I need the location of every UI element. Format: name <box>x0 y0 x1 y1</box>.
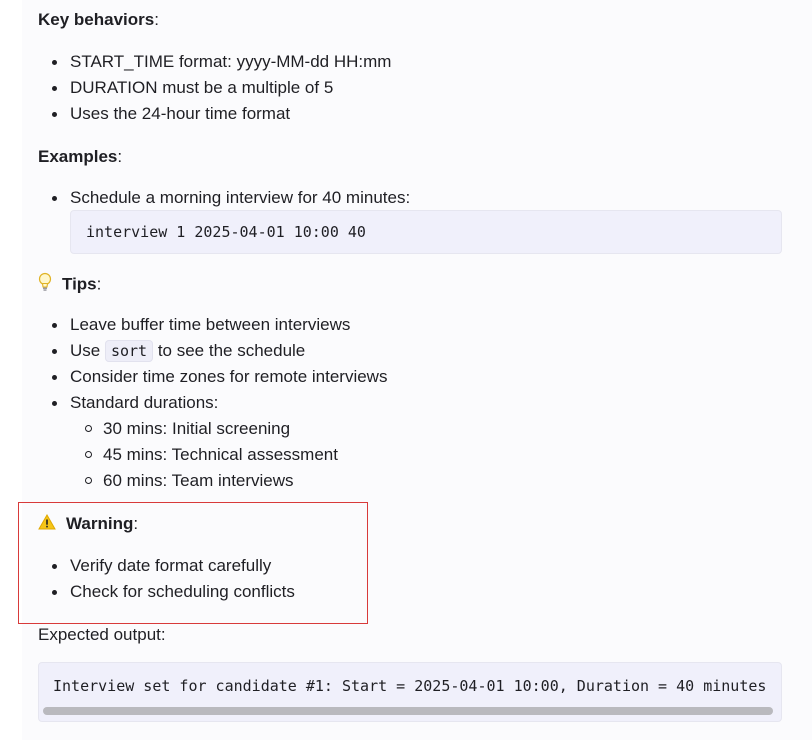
list-item: DURATION must be a multiple of 5 <box>38 75 391 101</box>
list-item: Standard durations: <box>38 390 387 416</box>
list-item: 45 mins: Technical assessment <box>38 442 338 468</box>
list-item-use-sort: Use sort to see the schedule <box>38 338 387 364</box>
list-item: START_TIME format: yyyy-MM-dd HH:mm <box>38 49 391 75</box>
list-item: Schedule a morning interview for 40 minu… <box>38 185 410 211</box>
list-item: Leave buffer time between interviews <box>38 312 387 338</box>
list-item: 30 mins: Initial screening <box>38 416 338 442</box>
sort-inline-code: sort <box>104 340 154 362</box>
examples-list: Schedule a morning interview for 40 minu… <box>38 185 410 211</box>
document-page: Key behaviors: START_TIME format: yyyy-M… <box>18 0 812 740</box>
list-item: Consider time zones for remote interview… <box>38 364 387 390</box>
list-item: Uses the 24-hour time format <box>38 101 391 127</box>
key-behaviors-heading: Key behaviors: <box>38 10 159 29</box>
expected-output-code: Interview set for candidate #1: Start = … <box>53 677 767 695</box>
warning-highlight-box <box>18 502 368 624</box>
lightbulb-icon <box>38 272 52 298</box>
expected-output-code-block: Interview set for candidate #1: Start = … <box>38 662 782 722</box>
list-item: 60 mins: Team interviews <box>38 468 338 494</box>
tips-list: Leave buffer time between interviews Use… <box>38 312 387 416</box>
tips-heading: Tips: <box>38 272 101 298</box>
expected-output-label: Expected output: <box>38 625 166 644</box>
examples-heading: Examples: <box>38 147 123 166</box>
durations-list: 30 mins: Initial screening 45 mins: Tech… <box>38 416 338 494</box>
key-behaviors-list: START_TIME format: yyyy-MM-dd HH:mm DURA… <box>38 49 391 127</box>
horizontal-scrollbar[interactable] <box>43 707 773 715</box>
example-code-block: interview 1 2025-04-01 10:00 40 <box>70 210 782 254</box>
